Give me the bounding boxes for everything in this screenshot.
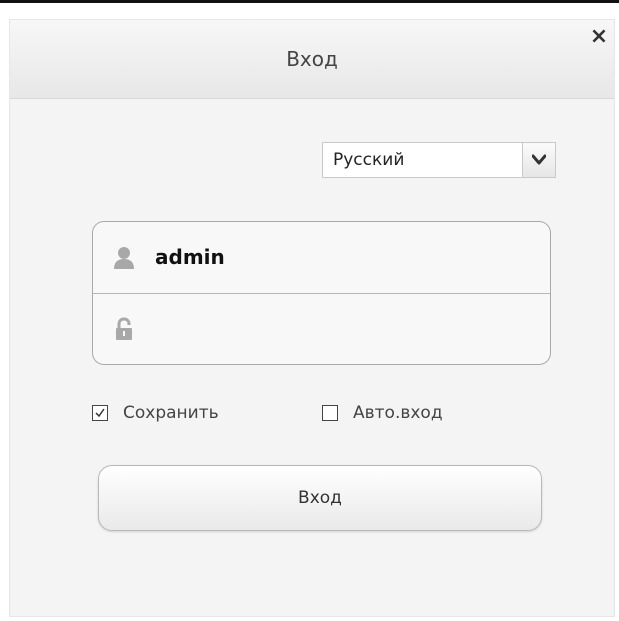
language-selected-value: Русский <box>333 150 405 170</box>
password-row[interactable] <box>93 293 550 364</box>
lock-icon <box>113 317 135 341</box>
dialog-title: Вход <box>286 47 338 71</box>
password-field[interactable] <box>155 311 529 347</box>
auto-login-checkbox[interactable]: Авто.вход <box>322 402 482 424</box>
close-icon[interactable]: × <box>586 24 612 50</box>
credentials-panel: admin <box>92 221 551 365</box>
chevron-down-icon[interactable] <box>522 143 555 177</box>
username-row[interactable]: admin <box>93 222 550 294</box>
dialog-body: Вход × Русский admin Сохранить Авто.вход… <box>9 19 615 617</box>
save-checkbox[interactable]: Сохранить <box>92 402 252 424</box>
login-button[interactable]: Вход <box>98 465 542 531</box>
checkbox-unchecked-icon[interactable] <box>322 405 338 421</box>
checkbox-checked-icon[interactable] <box>92 405 108 421</box>
login-dialog: Вход × Русский admin Сохранить Авто.вход… <box>0 0 619 621</box>
top-border-line <box>0 0 619 3</box>
auto-login-checkbox-label: Авто.вход <box>353 403 443 423</box>
language-select[interactable]: Русский <box>322 142 556 178</box>
user-icon <box>113 246 135 270</box>
save-checkbox-label: Сохранить <box>123 403 219 423</box>
username-field[interactable]: admin <box>155 222 225 292</box>
dialog-header: Вход × <box>10 20 614 99</box>
